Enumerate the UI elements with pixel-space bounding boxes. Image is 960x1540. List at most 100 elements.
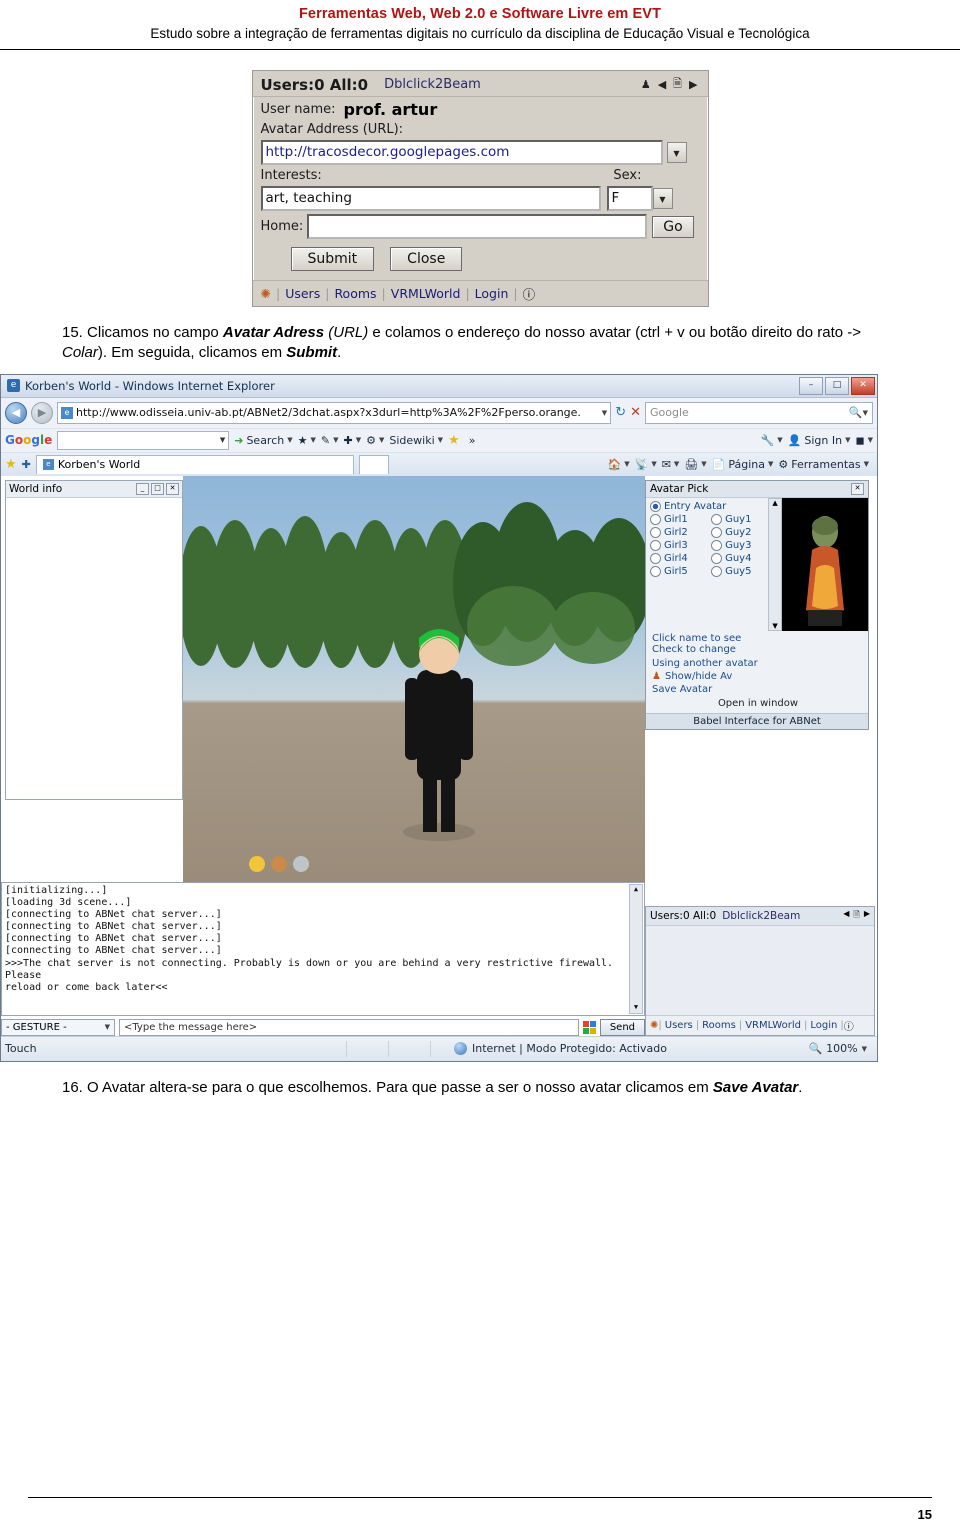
tab-korbens-world[interactable]: e Korben's World (35, 454, 354, 474)
translate-icon[interactable]: ✚ ▼ (344, 434, 362, 447)
new-tab-button[interactable] (358, 454, 389, 474)
radio-icon[interactable] (650, 565, 661, 577)
mini-link-rooms[interactable]: Rooms (699, 1020, 739, 1031)
address-chevron-down-icon[interactable]: ▼ (602, 409, 607, 417)
submit-button[interactable]: Submit (290, 247, 375, 271)
sun-icon[interactable] (249, 855, 265, 872)
person-icon[interactable]: ♟ (641, 78, 651, 91)
footer-link-users[interactable]: Users (285, 286, 320, 301)
home-input[interactable] (307, 214, 648, 239)
tools-icon[interactable]: ✺ (650, 1020, 658, 1031)
save-avatar-row[interactable]: Save Avatar (652, 684, 864, 695)
back-icon[interactable]: ◀ (5, 401, 27, 424)
radio-icon[interactable] (650, 526, 661, 538)
go-button[interactable]: Go (652, 215, 694, 238)
3d-scene-viewport[interactable] (183, 475, 645, 882)
next-icon[interactable]: ▶ (689, 78, 697, 91)
avatar-option-girl5[interactable]: Girl5 (650, 565, 705, 577)
print-icon[interactable]: 🖨 ▼ (684, 458, 706, 471)
mini-link-login[interactable]: Login (807, 1020, 840, 1031)
mini-link-users[interactable]: Users (662, 1020, 696, 1031)
collapse-toolbar-icon[interactable]: ◼ ▼ (855, 434, 873, 447)
search-input[interactable]: Google 🔍 ▼ (645, 401, 873, 424)
interests-input[interactable]: art, teaching (260, 186, 601, 211)
maximize-button[interactable]: □ (825, 376, 849, 395)
chat-scrollbar[interactable]: ▲ ▼ (629, 883, 643, 1014)
close-icon[interactable]: ✕ (166, 482, 179, 495)
google-search-button[interactable]: ➜ Search ▼ (234, 434, 292, 447)
footer-link-vrmlworld[interactable]: VRMLWorld (391, 286, 461, 301)
info-icon[interactable]: ⓘ (523, 284, 536, 303)
prev-icon[interactable]: ◀ (843, 909, 849, 923)
page-menu-button[interactable]: 📄 Página ▼ (712, 458, 774, 471)
avatar-option-girl4[interactable]: Girl4 (650, 552, 705, 564)
mini-link-vrmlworld[interactable]: VRMLWorld (742, 1020, 804, 1031)
more-tools-button[interactable]: » (469, 434, 476, 447)
search-icon[interactable]: 🔍 (849, 406, 863, 419)
radio-icon[interactable] (711, 513, 723, 525)
avatar-option-entry[interactable]: Entry Avatar (650, 500, 766, 512)
sidewiki-button[interactable]: Sidewiki ▼ (389, 434, 443, 447)
add-favorite-icon[interactable]: ✚ (22, 458, 31, 471)
sepia-icon[interactable] (271, 855, 287, 872)
zoom-chevron-down-icon[interactable]: ▼ (862, 1045, 867, 1053)
grid-icon[interactable] (293, 855, 309, 872)
star-icon[interactable]: ★ (448, 433, 460, 448)
avatar-list-scrollbar[interactable]: ▲ ▼ (768, 497, 782, 631)
avatar-option-guy4[interactable]: Guy4 (711, 552, 766, 564)
send-button[interactable]: Send (599, 1018, 645, 1036)
close-icon[interactable]: ✕ (851, 482, 864, 495)
avatar-option-guy2[interactable]: Guy2 (711, 526, 766, 538)
avatar-option-guy5[interactable]: Guy5 (711, 565, 766, 577)
gesture-select[interactable]: - GESTURE - ▼ (1, 1018, 115, 1036)
google-search-input[interactable]: ▼ (57, 430, 230, 450)
radio-icon[interactable] (650, 539, 661, 551)
bookmarks-icon[interactable]: ★ ▼ (298, 434, 316, 447)
prev-icon[interactable]: ◀ (658, 78, 666, 91)
scroll-up-icon[interactable]: ▲ (772, 499, 777, 507)
using-another-avatar-row[interactable]: Using another avatar (652, 658, 864, 669)
close-button[interactable]: Close (390, 247, 463, 271)
settings-icon[interactable]: ⚙ ▼ (366, 434, 384, 447)
open-in-window-link[interactable]: Open in window (652, 698, 864, 709)
signin-button[interactable]: 👤 Sign In ▼ (788, 434, 851, 447)
radio-icon[interactable] (711, 539, 723, 551)
mail-icon[interactable]: ✉ ▼ (662, 458, 680, 471)
book-icon[interactable]: 🗎 (673, 75, 682, 94)
radio-icon[interactable] (650, 552, 661, 564)
tools-menu-button[interactable]: ⚙ Ferramentas ▼ (778, 458, 873, 471)
book-icon[interactable]: 🗎 (853, 909, 859, 923)
avatar-option-guy1[interactable]: Guy1 (711, 513, 766, 525)
footer-link-login[interactable]: Login (475, 286, 509, 301)
radio-icon[interactable] (711, 526, 723, 538)
avatar-address-input[interactable]: http://tracosdecor.googlepages.com (260, 140, 663, 165)
favorites-icon[interactable]: ★ (5, 457, 17, 472)
zoom-control[interactable]: 🔍 100% ▼ (808, 1042, 873, 1055)
message-input[interactable]: <Type the message here> (119, 1018, 579, 1036)
refresh-icon[interactable]: ↻ (615, 405, 626, 420)
radio-icon[interactable] (650, 513, 661, 525)
avatar-option-girl3[interactable]: Girl3 (650, 539, 705, 551)
home-icon[interactable]: 🏠 ▼ (608, 458, 630, 471)
tools-icon[interactable]: ✺ (261, 286, 271, 301)
footer-link-rooms[interactable]: Rooms (334, 286, 376, 301)
wrench-icon[interactable]: 🔧 ▼ (761, 434, 783, 447)
chat-log[interactable]: ▲ ▼ [initializing...] [loading 3d scene..… (1, 881, 645, 1016)
next-icon[interactable]: ▶ (864, 909, 870, 923)
scroll-down-icon[interactable]: ▼ (772, 622, 777, 630)
color-grid-icon[interactable] (582, 1020, 596, 1034)
chevron-down-icon[interactable]: ▼ (666, 142, 687, 163)
avatar-option-girl2[interactable]: Girl2 (650, 526, 705, 538)
show-hide-avatar-row[interactable]: ♟ Show/hide Av (652, 671, 864, 682)
search-chevron-down-icon[interactable]: ▼ (863, 409, 868, 417)
highlighter-icon[interactable]: ✎ ▼ (321, 434, 339, 447)
radio-icon[interactable] (650, 500, 661, 512)
feeds-icon[interactable]: 📡 ▼ (635, 458, 657, 471)
minimize-icon[interactable]: _ (136, 482, 149, 495)
close-button[interactable]: ✕ (851, 376, 875, 395)
sex-input[interactable]: F (606, 186, 653, 211)
minimize-button[interactable]: – (799, 376, 823, 395)
info-icon[interactable]: ⓘ (844, 1018, 854, 1033)
forward-icon[interactable]: ▶ (31, 401, 53, 424)
address-bar[interactable]: e http://www.odisseia.univ-ab.pt/ABNet2/… (57, 401, 612, 424)
